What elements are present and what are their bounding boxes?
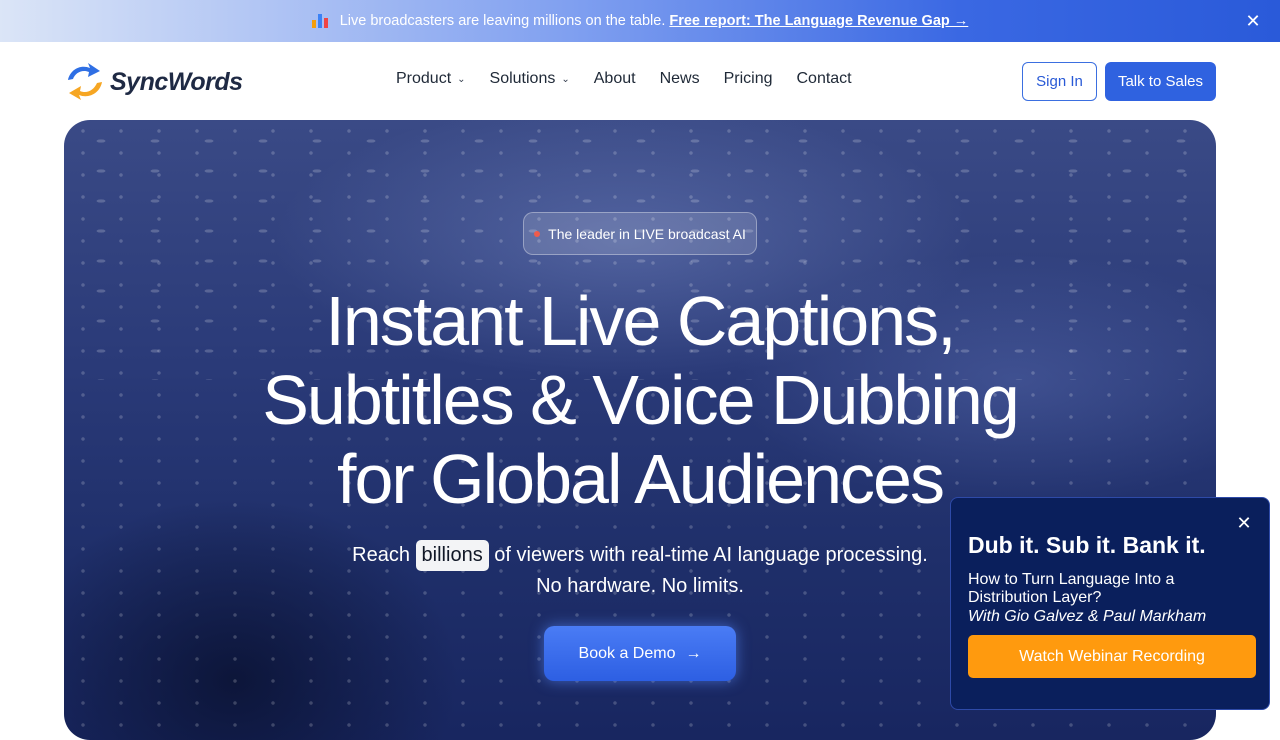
logo-text: SyncWords (110, 67, 243, 96)
nav-item-label: Contact (796, 70, 852, 87)
sign-in-button[interactable]: Sign In (1022, 62, 1097, 101)
announcement-bar: Live broadcasters are leaving millions o… (0, 0, 1280, 42)
close-icon[interactable]: ✕ (1244, 12, 1262, 30)
close-icon[interactable]: ✕ (1235, 514, 1253, 532)
main-nav: SyncWords Product ⌄ Solutions ⌄ About Ne… (0, 42, 1280, 120)
nav-item-about[interactable]: About (594, 70, 636, 88)
hero-subtitle-after: of viewers with real-time AI language pr… (494, 544, 928, 566)
hero-badge-label: The leader in LIVE broadcast AI (548, 225, 746, 242)
arrow-right-icon: → (685, 644, 702, 662)
nav-item-pricing[interactable]: Pricing (724, 70, 773, 88)
nav-item-product[interactable]: Product ⌄ (396, 70, 466, 88)
chevron-down-icon: ⌄ (561, 73, 570, 85)
chevron-down-icon: ⌄ (457, 73, 466, 85)
nav-item-label: Pricing (723, 70, 773, 87)
popup-title: Dub it. Sub it. Bank it. (968, 532, 1206, 558)
announcement-report-link[interactable]: Free report: The Language Revenue Gap → (669, 13, 968, 29)
logo[interactable]: SyncWords (64, 62, 243, 102)
talk-to-sales-button[interactable]: Talk to Sales (1105, 62, 1216, 101)
hero-headline-line: Instant Live Captions, (325, 282, 956, 360)
bar-chart-icon (311, 14, 328, 28)
nav-item-news[interactable]: News (660, 70, 700, 88)
popup-description: How to Turn Language Into a Distribution… (968, 571, 1175, 606)
nav-menu: Product ⌄ Solutions ⌄ About News Pricing… (396, 70, 852, 88)
logo-icon (68, 63, 102, 100)
nav-item-label: Product (396, 70, 452, 87)
hero-subtitle-highlight: billions (415, 540, 489, 571)
hero-subtitle-before: Reach (352, 544, 410, 566)
watch-webinar-button[interactable]: Watch Webinar Recording (968, 635, 1256, 678)
nav-item-label: Solutions (489, 70, 556, 87)
hero-headline: Instant Live Captions, Subtitles & Voice… (64, 282, 1216, 519)
nav-item-contact[interactable]: Contact (796, 70, 851, 88)
nav-item-solutions[interactable]: Solutions ⌄ (490, 70, 570, 88)
live-dot-icon (534, 230, 541, 237)
webinar-popup: ✕ Dub it. Sub it. Bank it. How to Turn L… (950, 497, 1270, 710)
hero-headline-line: Subtitles & Voice Dubbing (262, 361, 1020, 439)
announcement-message: Live broadcasters are leaving millions o… (339, 13, 666, 29)
book-demo-label: Book a Demo (578, 644, 676, 662)
book-demo-button[interactable]: Book a Demo → (544, 626, 736, 681)
nav-item-label: News (659, 70, 700, 87)
popup-speakers: With Gio Galvez & Paul Markham (968, 608, 1207, 625)
hero-badge: The leader in LIVE broadcast AI (523, 212, 757, 255)
nav-item-label: About (593, 70, 636, 87)
